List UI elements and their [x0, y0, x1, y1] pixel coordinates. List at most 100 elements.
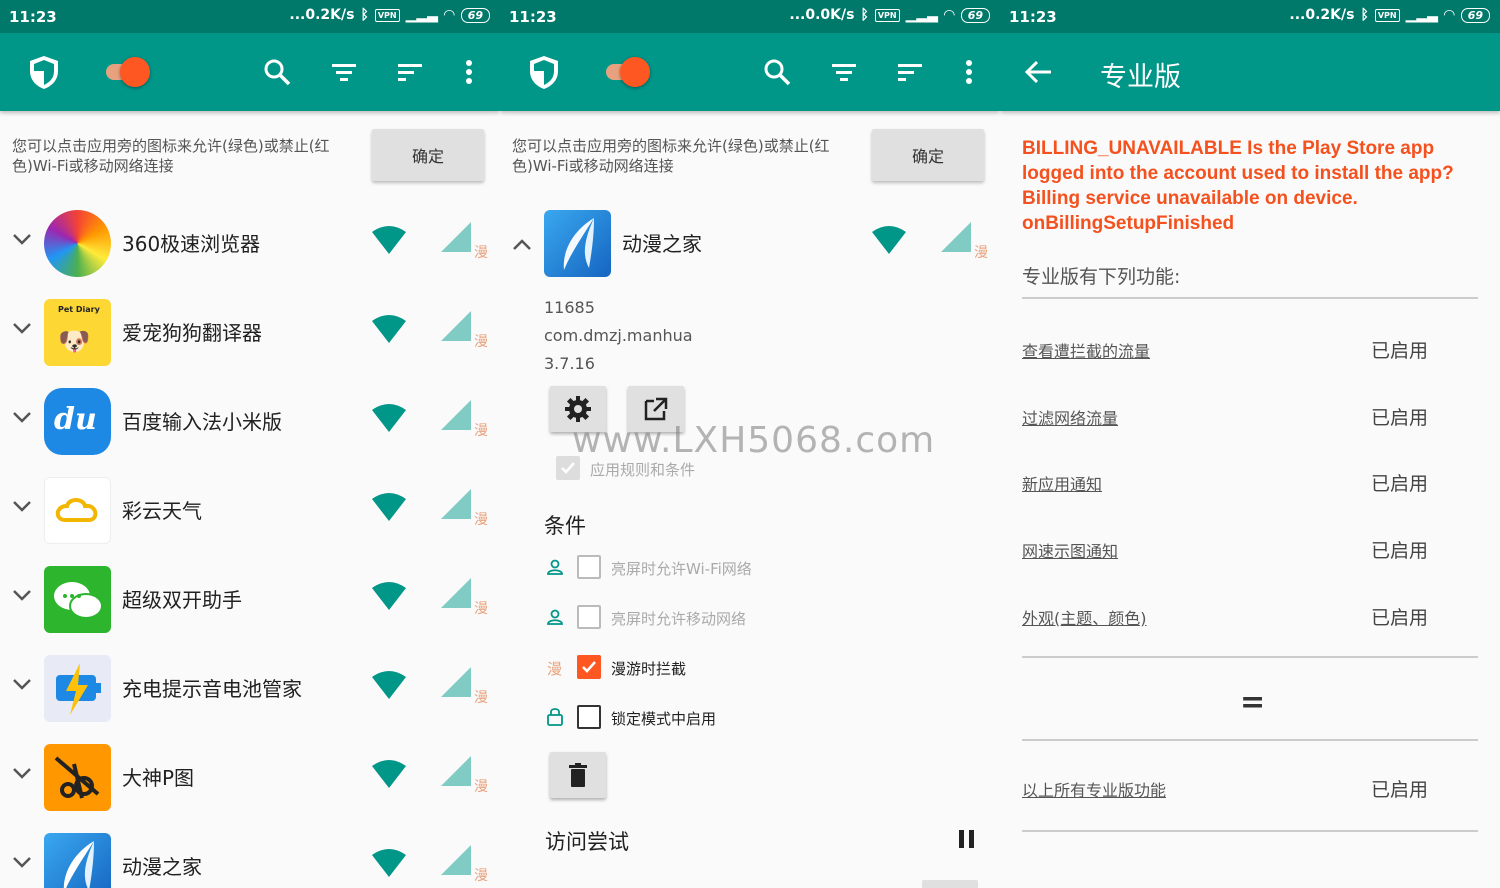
wifi-allowed-icon[interactable]	[372, 315, 406, 343]
more-vert-icon[interactable]	[951, 54, 987, 90]
person-icon	[547, 609, 563, 625]
master-toggle[interactable]	[620, 57, 650, 87]
browser-360-icon	[44, 210, 111, 277]
app-name: 动漫之家	[122, 855, 202, 879]
chevron-down-icon[interactable]	[10, 494, 34, 518]
delete-button[interactable]	[550, 752, 606, 798]
app-row[interactable]: 充电提示音电池管家漫	[0, 645, 500, 734]
wifi-status-icon: ◠	[943, 7, 955, 23]
app-row[interactable]: 超级双开助手漫	[0, 556, 500, 645]
pro-feature-link[interactable]: 网速示图通知	[1022, 538, 1118, 562]
mobile-allowed-icon[interactable]	[441, 222, 471, 252]
chevron-down-icon[interactable]	[10, 761, 34, 785]
partial-button[interactable]	[922, 880, 978, 888]
mobile-allowed-icon[interactable]	[441, 400, 471, 430]
pro-feature-link[interactable]: 过滤网络流量	[1022, 405, 1118, 429]
battery-indicator: 69	[460, 7, 490, 23]
trash-icon	[569, 763, 587, 787]
pro-feature-link[interactable]: 新应用通知	[1022, 471, 1102, 495]
back-arrow-icon[interactable]	[1021, 54, 1057, 90]
vpn-badge: VPN	[1374, 8, 1400, 22]
roaming-label: 漫	[474, 601, 488, 617]
filter-icon[interactable]	[826, 54, 862, 90]
mobile-allowed-icon[interactable]	[441, 311, 471, 341]
mobile-allowed-icon[interactable]	[441, 578, 471, 608]
chevron-down-icon[interactable]	[10, 227, 34, 251]
all-pro-features-link[interactable]: 以上所有专业版功能	[1022, 777, 1166, 801]
gear-icon	[565, 396, 591, 422]
detail-app-name: 动漫之家	[622, 232, 702, 256]
app-package: com.dmzj.manhua	[544, 326, 693, 345]
mobile-allowed-icon[interactable]	[441, 667, 471, 697]
master-toggle[interactable]	[120, 57, 150, 87]
mobile-allowed-icon[interactable]	[441, 756, 471, 786]
filter-icon[interactable]	[326, 54, 362, 90]
status-time: 11:23	[1009, 8, 1057, 26]
detail-app-row[interactable]: 动漫之家 漫	[500, 200, 1000, 289]
chevron-down-icon[interactable]	[10, 405, 34, 429]
app-uid: 11685	[544, 298, 595, 317]
signal-icon: ▁▂▃	[905, 7, 938, 23]
sort-icon[interactable]	[392, 54, 428, 90]
wifi-allowed-icon[interactable]	[372, 404, 406, 432]
panel-app-list: 11:23 ...0.2K/s ᛒ VPN ▁▂▃ ◠ 69 您可以点击应用旁的…	[0, 0, 500, 888]
ok-button[interactable]: 确定	[372, 129, 484, 181]
mobile-allowed-icon[interactable]	[941, 222, 971, 252]
roaming-label: 漫	[974, 245, 988, 261]
shield-icon[interactable]	[526, 54, 562, 90]
pro-feature-link[interactable]: 外观(主题、颜色)	[1022, 605, 1147, 629]
divider	[1022, 297, 1478, 299]
wifi-allowed-icon[interactable]	[372, 493, 406, 521]
chevron-up-icon[interactable]	[510, 233, 534, 257]
mobile-allowed-icon[interactable]	[441, 845, 471, 875]
network-speed: ...0.0K/s	[789, 7, 855, 23]
wifi-allowed-icon[interactable]	[372, 226, 406, 254]
condition-lockdown-checkbox[interactable]	[577, 705, 601, 729]
more-vert-icon[interactable]	[451, 54, 487, 90]
chevron-down-icon[interactable]	[10, 672, 34, 696]
pro-feature-status: 已启用	[1371, 606, 1429, 629]
shield-icon[interactable]	[26, 54, 62, 90]
wifi-allowed-icon[interactable]	[872, 226, 906, 254]
toolbar	[0, 33, 500, 111]
app-row[interactable]: 彩云天气漫	[0, 467, 500, 556]
condition-block-roaming-checkbox[interactable]	[577, 655, 601, 679]
app-row[interactable]: du 百度输入法小米版漫	[0, 378, 500, 467]
vpn-badge: VPN	[874, 8, 900, 22]
bluetooth-icon: ᛒ	[1360, 7, 1369, 23]
chevron-down-icon[interactable]	[10, 316, 34, 340]
condition-mobile-screen-on-checkbox[interactable]	[577, 605, 601, 629]
open-external-icon	[644, 397, 668, 421]
conditions-title: 条件	[544, 514, 586, 538]
wifi-allowed-icon[interactable]	[372, 760, 406, 788]
app-row[interactable]: 动漫之家漫	[0, 823, 500, 888]
chevron-down-icon[interactable]	[10, 850, 34, 874]
pause-icon[interactable]	[957, 828, 977, 850]
status-time: 11:23	[509, 8, 557, 26]
wifi-allowed-icon[interactable]	[372, 671, 406, 699]
search-icon[interactable]	[259, 54, 295, 90]
mobile-allowed-icon[interactable]	[441, 489, 471, 519]
chevron-down-icon[interactable]	[10, 583, 34, 607]
pro-features-heading: 专业版有下列功能:	[1022, 266, 1181, 288]
network-speed: ...0.2K/s	[1289, 7, 1355, 23]
app-name: 大神P图	[122, 766, 195, 790]
all-pro-features-status: 已启用	[1371, 779, 1429, 801]
app-row[interactable]: 大神P图漫	[0, 734, 500, 823]
hint-text: 您可以点击应用旁的图标来允许(绿色)或禁止(红色)Wi-Fi或移动网络连接	[512, 137, 830, 175]
app-row[interactable]: 360极速浏览器漫	[0, 200, 500, 289]
wifi-allowed-icon[interactable]	[372, 582, 406, 610]
app-version: 3.7.16	[544, 354, 595, 373]
pro-feature-link[interactable]: 查看遭拦截的流量	[1022, 338, 1150, 362]
condition-wifi-screen-on-checkbox[interactable]	[577, 555, 601, 579]
ok-button[interactable]: 确定	[872, 129, 984, 181]
status-bar: 11:23 ...0.2K/s ᛒ VPN ▁▂▃ ◠ 69	[0, 0, 500, 33]
pet-diary-icon: Pet Diary 🐶	[44, 299, 111, 366]
dmzj-icon	[44, 833, 111, 888]
signal-icon: ▁▂▃	[405, 7, 438, 23]
search-icon[interactable]	[759, 54, 795, 90]
app-row[interactable]: Pet Diary 🐶 爱宠狗狗翻译器漫	[0, 289, 500, 378]
sort-icon[interactable]	[892, 54, 928, 90]
wifi-allowed-icon[interactable]	[372, 849, 406, 877]
vpn-badge: VPN	[374, 8, 400, 22]
